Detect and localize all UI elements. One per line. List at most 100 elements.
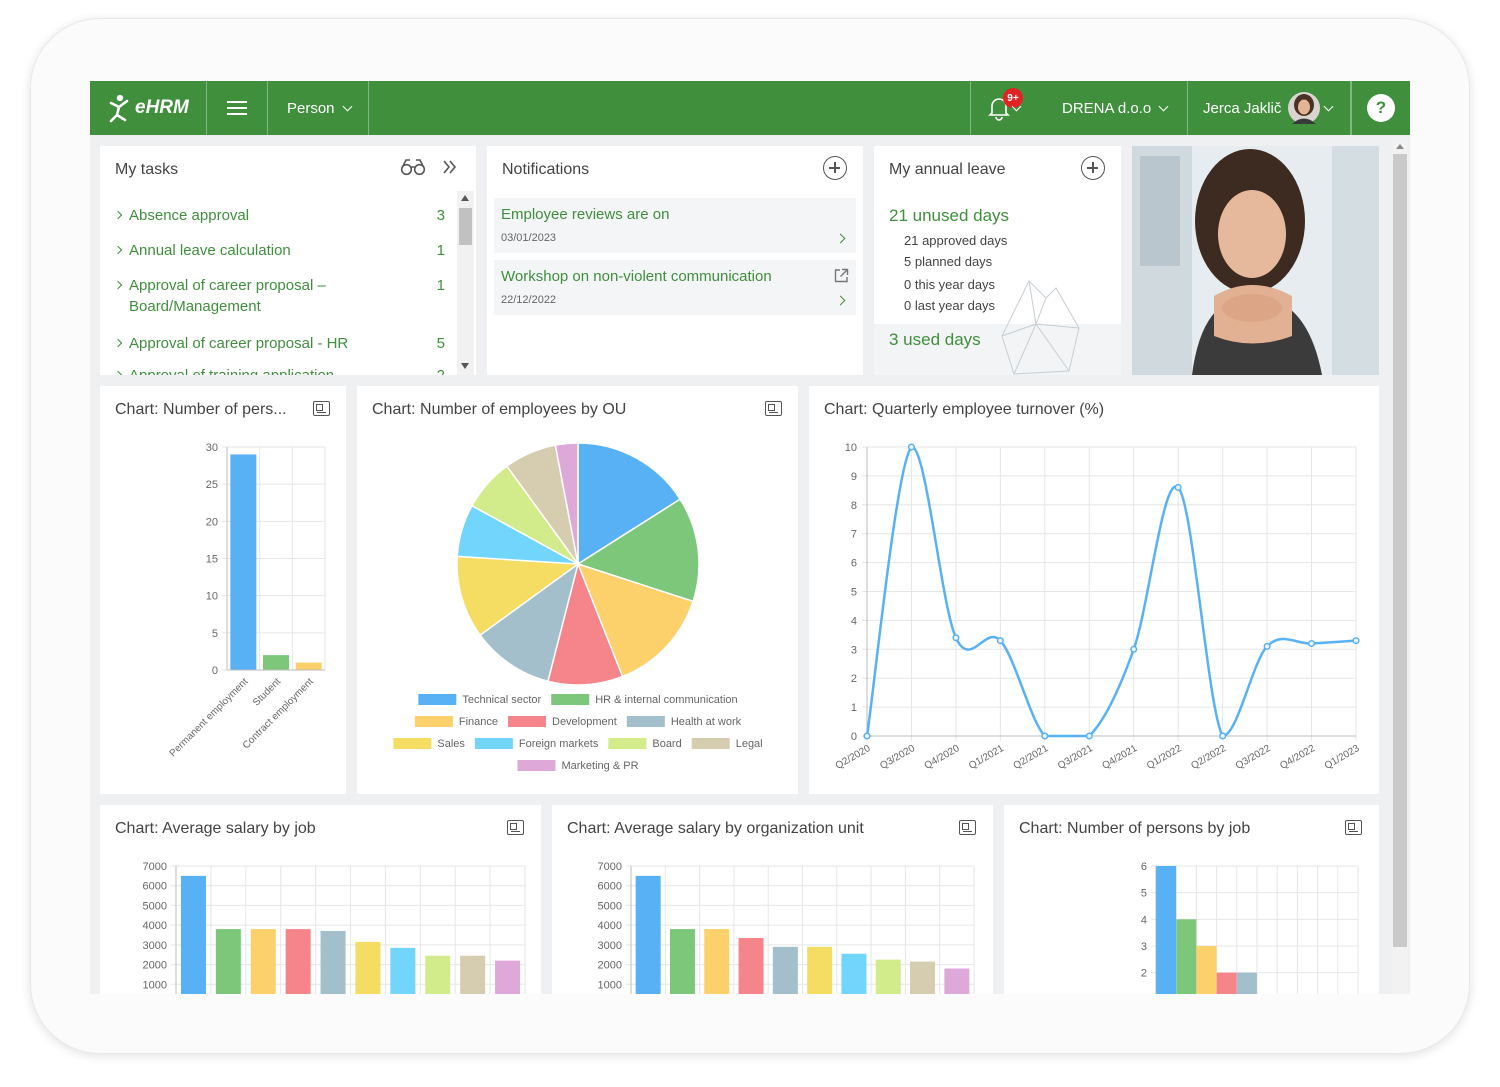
y-tick-label: 6000 bbox=[143, 881, 167, 893]
legend-label: Technical sector bbox=[462, 694, 541, 706]
bar bbox=[263, 655, 289, 670]
top-bar: eHRM Person 9+ DRENA d.o.o Jerca Jaklič bbox=[90, 81, 1410, 135]
bar bbox=[738, 937, 764, 994]
page-scroll-thumb[interactable] bbox=[1393, 154, 1407, 947]
used-days: 3 used days bbox=[889, 330, 981, 349]
data-point bbox=[1219, 732, 1227, 740]
chart-card-employees-ou: Chart: Number of employees by OU Technic… bbox=[357, 386, 798, 794]
y-tick-label: 2000 bbox=[143, 960, 167, 972]
this-year-days: 0 this year days bbox=[904, 277, 996, 292]
y-tick-label: 3 bbox=[1141, 941, 1147, 953]
menu-button[interactable] bbox=[207, 81, 268, 135]
chevron-right-icon bbox=[113, 280, 123, 290]
y-tick-label: 3000 bbox=[143, 940, 167, 952]
logo[interactable]: eHRM bbox=[90, 81, 207, 135]
add-notification-icon[interactable] bbox=[823, 156, 847, 180]
bar bbox=[635, 875, 661, 994]
y-tick-label: 7000 bbox=[143, 861, 167, 873]
y-tick-label: 7000 bbox=[598, 861, 622, 873]
task-label-second-line: Board/Management bbox=[129, 298, 261, 315]
bar bbox=[425, 955, 451, 994]
y-tick-label: 6 bbox=[851, 558, 857, 570]
notification-title: Employee reviews are on bbox=[501, 206, 670, 223]
tasks-scrollbar[interactable] bbox=[457, 191, 474, 375]
y-tick-label: 2 bbox=[1141, 968, 1147, 980]
bar bbox=[669, 929, 695, 994]
scroll-up-icon[interactable] bbox=[1396, 144, 1404, 149]
chevron-right-icon bbox=[113, 370, 123, 375]
x-tick-label: Q2/2020 bbox=[834, 743, 873, 772]
task-item[interactable]: Absence approval 3 bbox=[113, 207, 445, 224]
data-point bbox=[1307, 639, 1316, 648]
task-label: Approval of career proposal – bbox=[129, 277, 326, 294]
x-tick-label: Q1/2022 bbox=[1145, 743, 1184, 772]
approved-days: 21 approved days bbox=[904, 233, 1008, 248]
scroll-up-icon[interactable] bbox=[461, 195, 469, 201]
employee-photo bbox=[1132, 146, 1379, 375]
bar bbox=[355, 941, 381, 994]
bar bbox=[704, 929, 730, 994]
x-tick-label: Student bbox=[251, 676, 283, 708]
logo-text: eHRM bbox=[135, 97, 189, 118]
notification-date: 22/12/2022 bbox=[501, 294, 557, 306]
legend-swatch bbox=[626, 716, 665, 727]
add-leave-icon[interactable] bbox=[1081, 156, 1105, 180]
x-tick-label: Q2/2021 bbox=[1012, 743, 1051, 772]
y-tick-label: 4 bbox=[1141, 914, 1147, 926]
task-item[interactable]: Approval of career proposal - HR 5 bbox=[113, 335, 445, 352]
annual-leave-card: My annual leave 21 unused days 21 approv… bbox=[874, 146, 1121, 375]
data-point bbox=[1041, 732, 1049, 740]
task-count: 3 bbox=[436, 207, 445, 224]
data-point bbox=[1085, 732, 1093, 740]
y-tick-label: 2 bbox=[851, 673, 857, 685]
x-tick-label: Q3/2021 bbox=[1056, 743, 1095, 772]
data-point bbox=[952, 634, 960, 642]
chart-turnover: 0 1 2 3 4 5 6 7 8 9 10 Q2/2020 Q3/2020 Q4/2020 Q1/2021… bbox=[834, 442, 1362, 772]
binoculars-icon[interactable] bbox=[400, 158, 426, 176]
y-tick-label: 2000 bbox=[598, 960, 622, 972]
iceberg-icon bbox=[1001, 280, 1080, 375]
notification-item[interactable]: Employee reviews are on 03/01/2023 bbox=[494, 198, 856, 253]
task-item[interactable]: Approval of training application 2 bbox=[113, 367, 445, 375]
notifications-button[interactable]: 9+ bbox=[970, 81, 1047, 135]
bar bbox=[320, 931, 346, 994]
tasks-scroll-thumb[interactable] bbox=[459, 208, 472, 245]
double-chevron-right-icon[interactable] bbox=[442, 159, 458, 175]
user-menu[interactable]: Jerca Jaklič bbox=[1188, 81, 1351, 135]
notifications-card: Notifications Employee reviews are on 03… bbox=[487, 146, 863, 375]
hamburger-icon bbox=[227, 101, 247, 115]
bar bbox=[285, 929, 311, 994]
y-tick-label: 0 bbox=[212, 665, 218, 677]
legend-swatch bbox=[418, 694, 457, 705]
company-name: DRENA d.o.o bbox=[1062, 99, 1152, 117]
x-tick-label: Q4/2022 bbox=[1278, 743, 1317, 772]
legend-swatch bbox=[608, 738, 647, 749]
person-menu[interactable]: Person bbox=[268, 81, 369, 135]
chart-card-turnover: Chart: Quarterly employee turnover (%) 0… bbox=[809, 386, 1379, 794]
task-label: Annual leave calculation bbox=[129, 242, 291, 259]
y-tick-label: 5 bbox=[851, 587, 857, 599]
bar bbox=[250, 929, 276, 994]
x-tick-label: Q3/2022 bbox=[1234, 743, 1273, 772]
y-tick-label: 7 bbox=[851, 529, 857, 541]
external-link-icon[interactable] bbox=[834, 268, 849, 283]
company-selector[interactable]: DRENA d.o.o bbox=[1047, 81, 1188, 135]
person-menu-label: Person bbox=[287, 99, 335, 117]
task-item[interactable]: Annual leave calculation 1 bbox=[113, 242, 445, 259]
notification-item[interactable]: Workshop on non-violent communication 22… bbox=[494, 260, 856, 315]
avatar bbox=[1288, 92, 1321, 124]
bar bbox=[390, 947, 416, 994]
employee-photo-image bbox=[1132, 146, 1379, 375]
y-tick-label: 6000 bbox=[598, 881, 622, 893]
data-point bbox=[996, 637, 1004, 645]
task-count: 2 bbox=[437, 367, 445, 375]
x-tick-label: Q3/2020 bbox=[878, 743, 917, 772]
last-year-days: 0 last year days bbox=[904, 298, 996, 313]
y-tick-label: 10 bbox=[206, 591, 218, 603]
y-tick-label: 8 bbox=[851, 500, 857, 512]
task-item[interactable]: Approval of career proposal – 1 Board/Mana… bbox=[113, 277, 445, 315]
app-screen: eHRM Person 9+ DRENA d.o.o Jerca Jaklič bbox=[90, 81, 1410, 994]
scroll-down-icon[interactable] bbox=[461, 363, 469, 369]
chevron-down-icon bbox=[342, 101, 352, 111]
help-button[interactable]: ? bbox=[1351, 81, 1410, 135]
